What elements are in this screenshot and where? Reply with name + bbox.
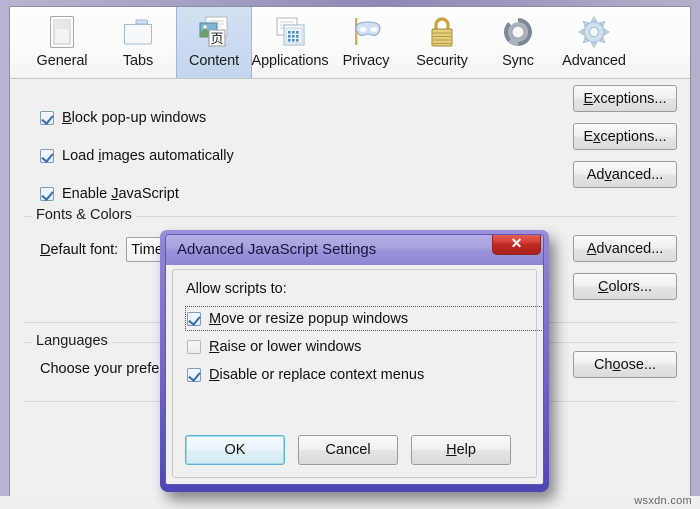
tab-sync-label: Sync <box>502 53 534 69</box>
load-images-label: Load images automatically <box>62 148 234 164</box>
dialog-title: Advanced JavaScript Settings <box>177 241 377 258</box>
raise-lower-windows-label: Raise or lower windows <box>209 338 362 355</box>
applications-icon <box>268 12 312 52</box>
dialog-titlebar[interactable]: Advanced JavaScript Settings ✕ <box>166 235 543 265</box>
popups-exceptions-label: Exceptions... <box>583 90 667 107</box>
dialog-button-row: OK Cancel Help <box>185 435 511 465</box>
block-popups-label: Block pop-up windows <box>62 110 207 126</box>
disable-context-menus-label: Disable or replace context menus <box>209 366 425 383</box>
cancel-label: Cancel <box>325 442 371 458</box>
images-exceptions-button[interactable]: Exceptions... <box>573 123 677 150</box>
tab-security-label: Security <box>416 53 468 69</box>
preferences-tabstrip: General Tabs 页 Content Applications Priv… <box>10 7 690 79</box>
tab-advanced-label: Advanced <box>562 53 626 69</box>
tab-privacy-label: Privacy <box>342 53 390 69</box>
raise-lower-windows-checkbox[interactable] <box>187 339 201 354</box>
close-glyph: ✕ <box>510 234 523 251</box>
folder-tab-icon <box>116 12 160 52</box>
popups-exceptions-button[interactable]: Exceptions... <box>573 85 677 112</box>
fonts-advanced-label: Advanced... <box>586 240 664 257</box>
disable-context-menus-checkbox[interactable] <box>187 367 201 382</box>
tab-applications[interactable]: Applications <box>251 7 329 78</box>
window-icon <box>40 12 84 52</box>
load-images-checkbox[interactable] <box>40 149 54 163</box>
tab-advanced[interactable]: Advanced <box>556 7 632 78</box>
tab-general-label: General <box>36 53 88 69</box>
tab-privacy[interactable]: Privacy <box>328 7 404 78</box>
default-font-label: Default font: <box>40 241 119 258</box>
checkbox-row-move-resize-popups[interactable]: Move or resize popup windows <box>184 306 543 331</box>
languages-group-label: Languages <box>32 333 112 349</box>
fonts-colors-group-label: Fonts & Colors <box>32 207 136 223</box>
site-watermark: wsxdn.com <box>634 495 692 507</box>
checkbox-row-disable-context-menus[interactable]: Disable or replace context menus <box>187 364 424 385</box>
dialog-body: Allow scripts to: Move or resize popup w… <box>172 269 543 478</box>
svg-text:页: 页 <box>210 32 223 47</box>
mask-icon <box>344 12 388 52</box>
choose-language-button[interactable]: Choose... <box>573 351 677 378</box>
advanced-javascript-settings-dialog: Advanced JavaScript Settings ✕ Allow scr… <box>160 230 549 492</box>
tab-general[interactable]: General <box>24 7 100 78</box>
colors-label: Colors... <box>598 278 652 295</box>
move-resize-popups-label: Move or resize popup windows <box>209 310 409 327</box>
dialog-frame: Advanced JavaScript Settings ✕ Allow scr… <box>165 234 544 485</box>
ok-label: OK <box>224 442 246 458</box>
padlock-icon <box>420 12 464 52</box>
javascript-advanced-label: Advanced... <box>586 166 664 183</box>
content-page-icon: 页 <box>192 12 236 52</box>
tab-tabs[interactable]: Tabs <box>100 7 176 78</box>
tab-applications-label: Applications <box>251 53 329 69</box>
move-resize-popups-checkbox[interactable] <box>187 311 201 326</box>
block-popups-checkbox[interactable] <box>40 111 54 125</box>
sync-arrows-icon <box>496 12 540 52</box>
colors-button[interactable]: Colors... <box>573 273 677 300</box>
fonts-advanced-button[interactable]: Advanced... <box>573 235 677 262</box>
tab-security[interactable]: Security <box>404 7 480 78</box>
enable-javascript-checkbox[interactable] <box>40 187 54 201</box>
cancel-button[interactable]: Cancel <box>298 435 398 465</box>
tab-sync[interactable]: Sync <box>480 7 556 78</box>
tab-content-label: Content <box>188 53 240 69</box>
javascript-advanced-button[interactable]: Advanced... <box>573 161 677 188</box>
gear-icon <box>572 12 616 52</box>
images-exceptions-label: Exceptions... <box>583 128 667 145</box>
enable-javascript-label: Enable JavaScript <box>62 186 179 202</box>
close-icon[interactable]: ✕ <box>492 234 541 255</box>
choose-language-label: Choose... <box>593 356 657 373</box>
checkbox-row-raise-lower-windows[interactable]: Raise or lower windows <box>187 336 361 357</box>
help-label: Help <box>446 442 476 458</box>
ok-button[interactable]: OK <box>185 435 285 465</box>
allow-scripts-label: Allow scripts to: <box>186 281 287 297</box>
desktop-backdrop <box>0 496 700 509</box>
tab-content[interactable]: 页 Content <box>176 7 252 78</box>
help-button[interactable]: Help <box>411 435 511 465</box>
tab-tabs-label: Tabs <box>122 53 154 69</box>
